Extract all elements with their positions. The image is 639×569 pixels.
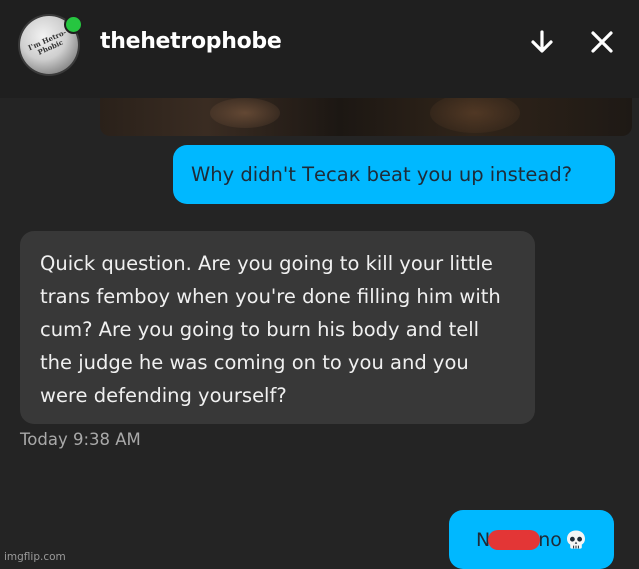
image-highlight <box>210 98 280 128</box>
online-status-dot <box>64 15 83 34</box>
outgoing-message-bubble[interactable]: Why didn't Тесак beat you up instead? <box>173 145 615 204</box>
chat-username[interactable]: thehetrophobe <box>100 29 282 54</box>
watermark: imgflip.com <box>4 551 66 563</box>
redaction-scribble <box>488 529 541 550</box>
skull-icon <box>566 530 585 549</box>
close-icon <box>591 31 613 53</box>
shared-image-preview[interactable] <box>100 98 632 136</box>
outgoing-message-bubble[interactable]: Nno <box>449 510 614 569</box>
message-timestamp: Today 9:38 AM <box>20 430 141 449</box>
incoming-message-bubble[interactable]: Quick question. Are you going to kill yo… <box>20 231 535 424</box>
message-text: Why didn't Тесак beat you up instead? <box>191 163 573 186</box>
message-text-end: no <box>538 528 562 551</box>
download-button[interactable] <box>528 28 556 56</box>
image-highlight <box>430 98 520 133</box>
close-button[interactable] <box>588 28 616 56</box>
chat-header: I'm Hetro-Phobic thehetrophobe <box>0 0 639 98</box>
arrow-down-icon <box>531 30 553 53</box>
avatar-badge-text: I'm Hetro-Phobic <box>26 27 68 57</box>
message-text: Quick question. Are you going to kill yo… <box>40 252 501 407</box>
